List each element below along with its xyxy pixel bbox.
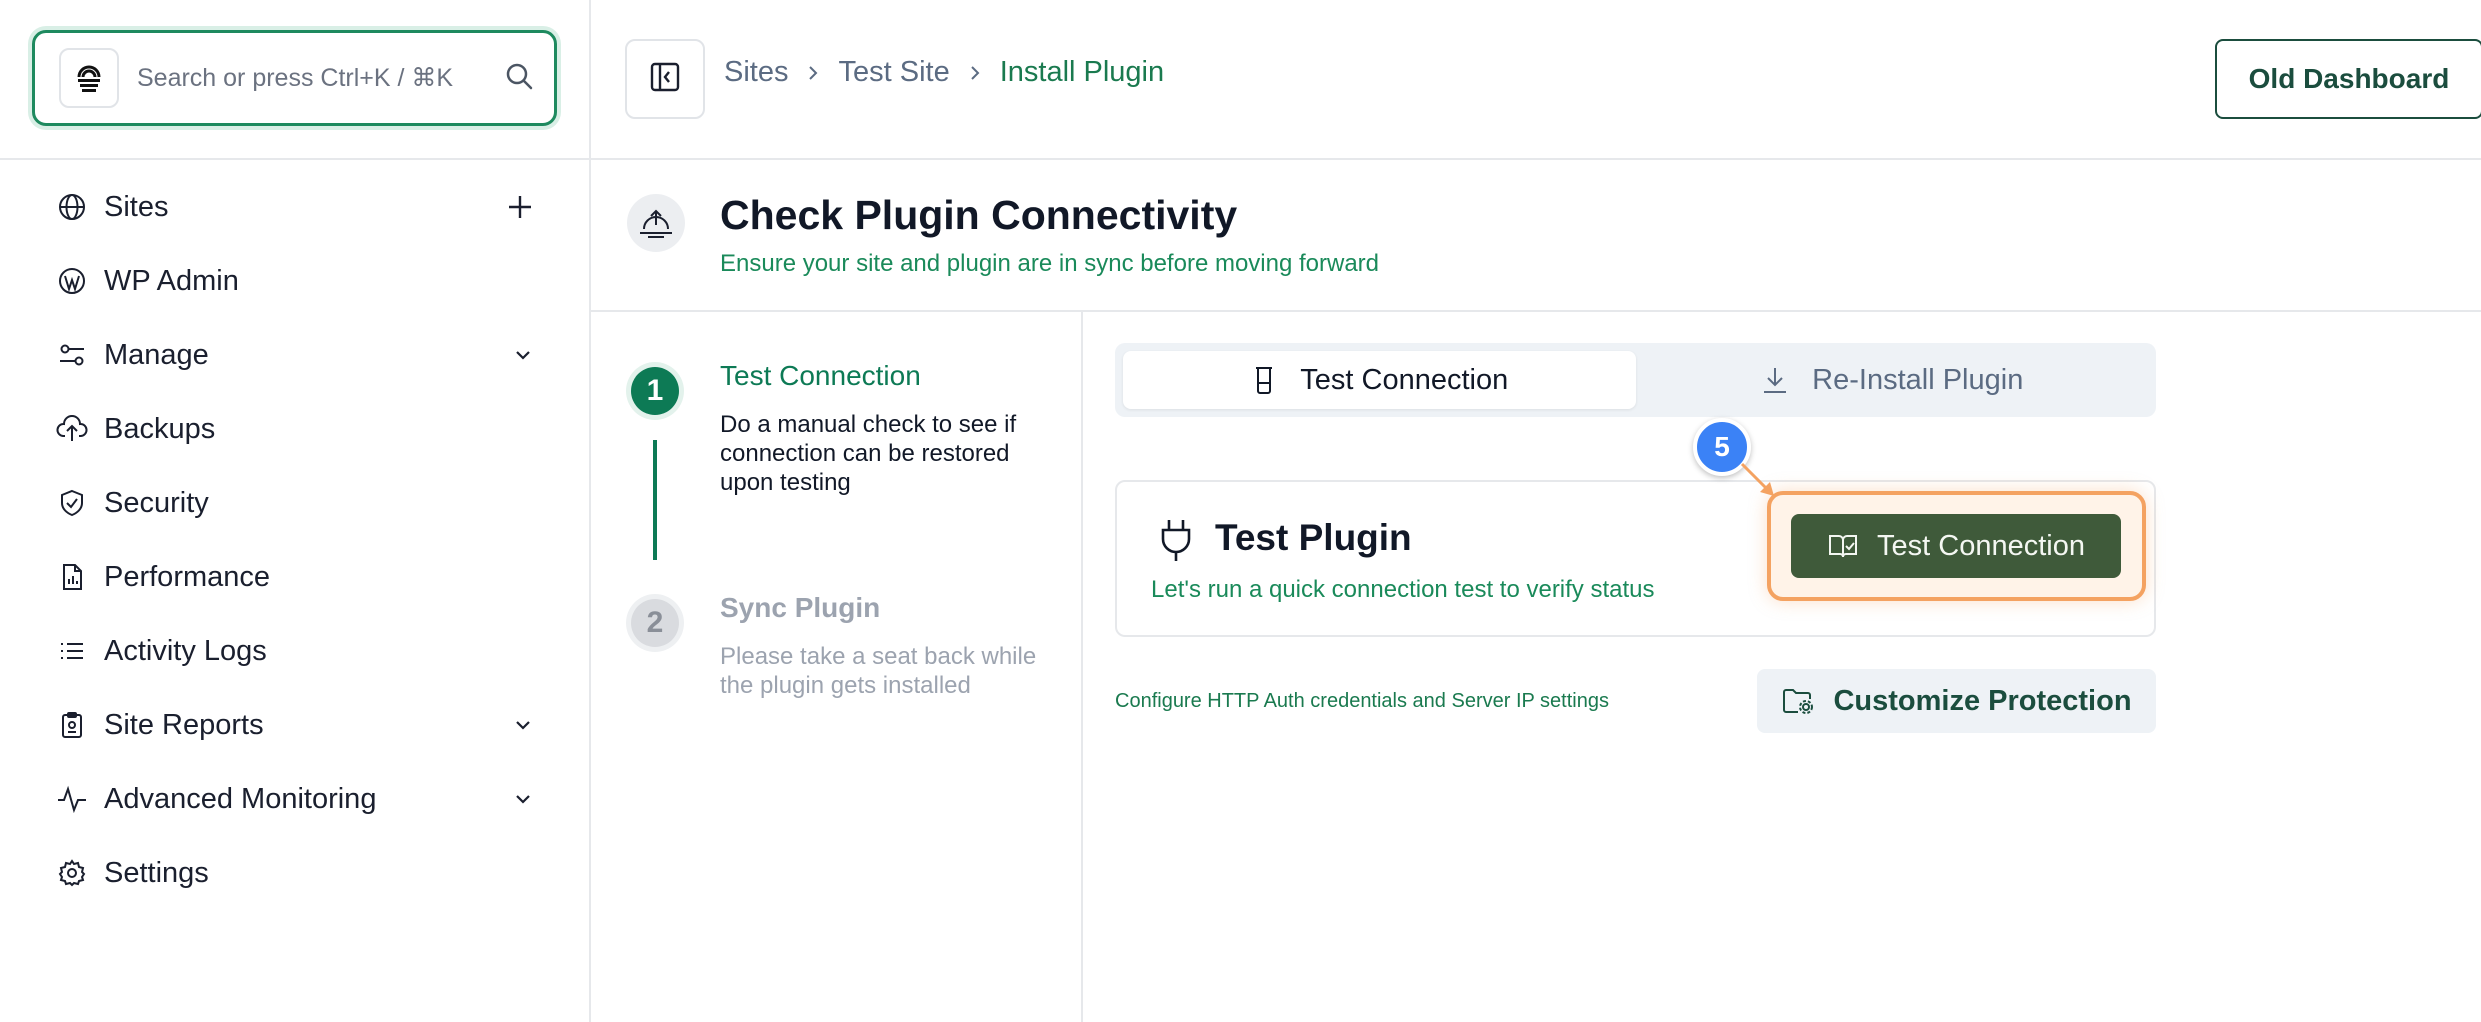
tab-test-connection[interactable]: Test Connection — [1123, 351, 1636, 409]
annotation-arrow-icon — [1740, 462, 1774, 496]
beaker-icon — [1250, 365, 1278, 395]
card-subtitle: Let's run a quick connection test to ver… — [1151, 576, 1655, 603]
step-description: Please take a seat back while the plugin… — [720, 643, 1037, 699]
breadcrumb: Sites Test Site Install Plugin — [724, 56, 1164, 89]
steps-panel: 1 Test Connection Do a manual check to s… — [591, 312, 1083, 1022]
tab-label: Test Connection — [1300, 363, 1509, 396]
sidebar-item-label: Performance — [104, 560, 271, 593]
book-check-icon — [1827, 532, 1859, 560]
sidebar-item-advanced-monitoring[interactable]: Advanced Monitoring — [0, 762, 591, 836]
card-title: Test Plugin — [1215, 517, 1412, 558]
sidebar-item-label: Security — [104, 486, 209, 519]
step-description: Do a manual check to see if connection c… — [720, 411, 1017, 496]
top-header: Sites Test Site Install Plugin Old Dashb… — [591, 0, 2481, 160]
shield-icon — [56, 487, 88, 519]
test-connection-button[interactable]: Test Connection — [1791, 514, 2121, 578]
sidebar-item-sites[interactable]: Sites — [0, 170, 591, 244]
customize-protection-button[interactable]: Customize Protection — [1757, 669, 2156, 733]
sidebar-collapse-icon — [648, 60, 682, 99]
breadcrumb-current: Install Plugin — [999, 56, 1165, 88]
sidebar-item-wp-admin[interactable]: WP Admin — [0, 244, 591, 318]
config-hint: Configure HTTP Auth credentials and Serv… — [1115, 690, 1609, 712]
plus-icon[interactable] — [507, 194, 533, 220]
step-title-test-connection[interactable]: Test Connection — [720, 360, 921, 392]
sidebar-item-backups[interactable]: Backups — [0, 392, 591, 466]
sidebar-item-label: Activity Logs — [104, 634, 267, 667]
sidebar-item-security[interactable]: Security — [0, 466, 591, 540]
page-title: Check Plugin Connectivity — [720, 192, 1238, 238]
sidebar-item-label: Backups — [104, 412, 216, 445]
chevron-down-icon[interactable] — [513, 718, 533, 732]
chevron-down-icon[interactable] — [513, 792, 533, 806]
sidebar-item-activity-logs[interactable]: Activity Logs — [0, 614, 591, 688]
old-dashboard-button[interactable]: Old Dashboard — [2215, 39, 2481, 119]
tab-bar: Test Connection Re-Install Plugin — [1115, 343, 2156, 417]
sidebar-nav: Sites WP Admin Manage Backups Security P… — [0, 170, 591, 910]
globe-icon — [56, 191, 88, 223]
download-icon — [1760, 365, 1790, 395]
sidebar-item-label: Manage — [104, 338, 209, 371]
sidebar-item-label: Sites — [104, 190, 169, 223]
sidebar-item-manage[interactable]: Manage — [0, 318, 591, 392]
cloud-upload-icon — [56, 413, 88, 445]
upload-sun-icon — [627, 194, 685, 252]
tab-reinstall-plugin[interactable]: Re-Install Plugin — [1636, 351, 2149, 409]
gear-icon — [56, 857, 88, 889]
button-label: Test Connection — [1877, 529, 2085, 562]
step-number-2: 2 — [631, 599, 679, 647]
sidebar-item-label: Settings — [104, 856, 209, 889]
chevron-right-icon — [968, 63, 982, 83]
sidebar-item-label: Site Reports — [104, 708, 264, 741]
breadcrumb-test-site[interactable]: Test Site — [838, 56, 949, 89]
tab-label: Re-Install Plugin — [1812, 363, 2024, 396]
step-progress-line — [653, 440, 657, 560]
plug-icon — [1157, 517, 1195, 568]
page-header: Check Plugin Connectivity Ensure your si… — [591, 160, 2481, 312]
step-title-sync-plugin: Sync Plugin — [720, 592, 881, 623]
page-subtitle: Ensure your site and plugin are in sync … — [720, 250, 1380, 277]
sidebar-item-label: Advanced Monitoring — [104, 782, 377, 815]
step-number-1: 1 — [631, 367, 679, 415]
wordpress-icon — [56, 265, 88, 297]
sidebar-divider — [0, 158, 591, 160]
sidebar: Sites WP Admin Manage Backups — [0, 0, 591, 1022]
breadcrumb-sites[interactable]: Sites — [724, 56, 788, 89]
sidebar-item-settings[interactable]: Settings — [0, 836, 591, 910]
sidebar-item-performance[interactable]: Performance — [0, 540, 591, 614]
logo-icon — [77, 65, 101, 92]
report-icon — [56, 709, 88, 741]
sliders-icon — [56, 339, 88, 371]
search-icon[interactable] — [504, 61, 534, 96]
document-chart-icon — [56, 561, 88, 593]
search-input[interactable] — [137, 63, 504, 93]
sidebar-item-label: WP Admin — [104, 264, 239, 297]
app-logo[interactable] — [59, 48, 119, 108]
chevron-down-icon[interactable] — [513, 348, 533, 362]
sidebar-toggle-button[interactable] — [625, 39, 705, 119]
chevron-right-icon — [806, 63, 820, 83]
search-bar[interactable] — [32, 30, 557, 126]
button-label: Customize Protection — [1833, 684, 2132, 717]
folder-gear-icon — [1781, 686, 1815, 716]
list-icon — [56, 635, 88, 667]
sidebar-item-site-reports[interactable]: Site Reports — [0, 688, 591, 762]
activity-icon — [56, 783, 88, 815]
